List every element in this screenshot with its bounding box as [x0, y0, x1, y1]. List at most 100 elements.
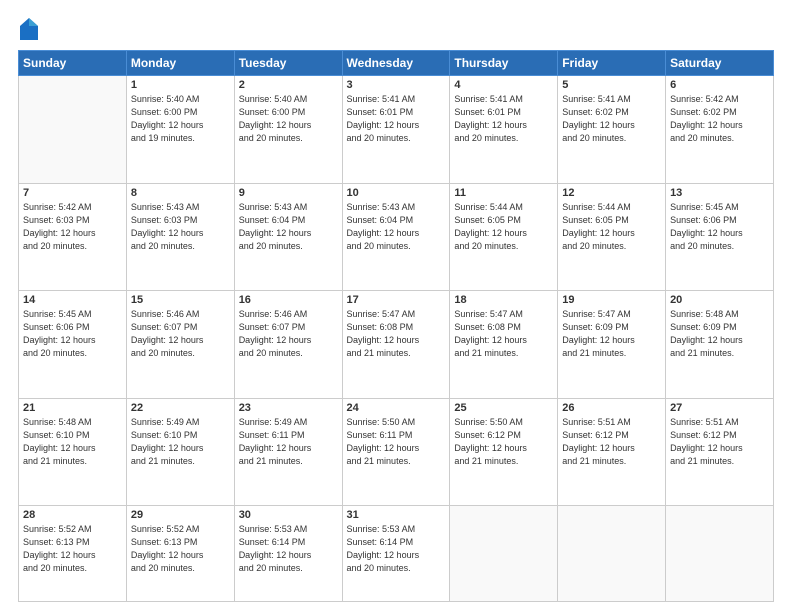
day-number: 25 [454, 402, 553, 414]
day-info: Sunrise: 5:43 AMSunset: 6:03 PMDaylight:… [131, 201, 230, 253]
calendar-cell: 23Sunrise: 5:49 AMSunset: 6:11 PMDayligh… [234, 398, 342, 506]
day-info: Sunrise: 5:47 AMSunset: 6:08 PMDaylight:… [454, 308, 553, 360]
day-info: Sunrise: 5:49 AMSunset: 6:10 PMDaylight:… [131, 416, 230, 468]
day-info: Sunrise: 5:53 AMSunset: 6:14 PMDaylight:… [239, 523, 338, 575]
day-number: 9 [239, 187, 338, 199]
week-row-4: 21Sunrise: 5:48 AMSunset: 6:10 PMDayligh… [19, 398, 774, 506]
day-info: Sunrise: 5:40 AMSunset: 6:00 PMDaylight:… [239, 93, 338, 145]
calendar-table: SundayMondayTuesdayWednesdayThursdayFrid… [18, 50, 774, 602]
calendar-cell: 30 Sunrise: 5:53 AMSunset: 6:14 PMDayligh… [234, 506, 342, 602]
calendar-cell: 15 Sunrise: 5:46 AMSunset: 6:07 PMDayligh… [126, 291, 234, 399]
day-info: Sunrise: 5:52 AMSunset: 6:13 PMDaylight:… [131, 523, 230, 575]
day-info: Sunrise: 5:47 AMSunset: 6:09 PMDaylight:… [562, 308, 661, 360]
logo [18, 18, 42, 40]
day-number: 27 [670, 402, 769, 414]
calendar-cell: 27 Sunrise: 5:51 AMSunset: 6:12 PMDayligh… [666, 398, 774, 506]
day-info: Sunrise: 5:40 AMSunset: 6:00 PMDaylight:… [131, 93, 230, 145]
weekday-header-row: SundayMondayTuesdayWednesdayThursdayFrid… [19, 51, 774, 76]
day-number: 10 [347, 187, 446, 199]
calendar-cell: 31 Sunrise: 5:53 AMSunset: 6:14 PMDayligh… [342, 506, 450, 602]
calendar-cell: 14 Sunrise: 5:45 AMSunset: 6:06 PMDayligh… [19, 291, 127, 399]
calendar-cell: 22 Sunrise: 5:49 AMSunset: 6:10 PMDayligh… [126, 398, 234, 506]
calendar-cell: 10 Sunrise: 5:43 AMSunset: 6:04 PMDayligh… [342, 183, 450, 291]
day-info: Sunrise: 5:50 AMSunset: 6:11 PMDaylight:… [347, 416, 446, 468]
week-row-3: 14 Sunrise: 5:45 AMSunset: 6:06 PMDayligh… [19, 291, 774, 399]
day-number: 2 [239, 79, 338, 91]
day-info: Sunrise: 5:42 AMSunset: 6:02 PMDaylight:… [670, 93, 769, 145]
day-info: Sunrise: 5:51 AMSunset: 6:12 PMDaylight:… [562, 416, 661, 468]
calendar-cell: 8 Sunrise: 5:43 AMSunset: 6:03 PMDaylight… [126, 183, 234, 291]
calendar-cell: 7Sunrise: 5:42 AMSunset: 6:03 PMDaylight… [19, 183, 127, 291]
calendar-cell: 16 Sunrise: 5:46 AMSunset: 6:07 PMDayligh… [234, 291, 342, 399]
day-info: Sunrise: 5:48 AMSunset: 6:10 PMDaylight:… [23, 416, 122, 468]
calendar-cell [558, 506, 666, 602]
day-number: 26 [562, 402, 661, 414]
calendar-cell [450, 506, 558, 602]
calendar-cell: 28Sunrise: 5:52 AMSunset: 6:13 PMDayligh… [19, 506, 127, 602]
calendar-cell: 24 Sunrise: 5:50 AMSunset: 6:11 PMDayligh… [342, 398, 450, 506]
day-number: 3 [347, 79, 446, 91]
week-row-1: 1 Sunrise: 5:40 AMSunset: 6:00 PMDaylight… [19, 76, 774, 184]
calendar-cell: 17 Sunrise: 5:47 AMSunset: 6:08 PMDayligh… [342, 291, 450, 399]
calendar-cell: 9 Sunrise: 5:43 AMSunset: 6:04 PMDaylight… [234, 183, 342, 291]
day-number: 15 [131, 294, 230, 306]
calendar-cell: 25Sunrise: 5:50 AMSunset: 6:12 PMDayligh… [450, 398, 558, 506]
day-number: 17 [347, 294, 446, 306]
weekday-sunday: Sunday [19, 51, 127, 76]
calendar-cell: 2 Sunrise: 5:40 AMSunset: 6:00 PMDaylight… [234, 76, 342, 184]
day-number: 7 [23, 187, 122, 199]
day-info: Sunrise: 5:41 AMSunset: 6:01 PMDaylight:… [347, 93, 446, 145]
calendar-cell: 1 Sunrise: 5:40 AMSunset: 6:00 PMDaylight… [126, 76, 234, 184]
weekday-friday: Friday [558, 51, 666, 76]
weekday-tuesday: Tuesday [234, 51, 342, 76]
calendar-cell: 29 Sunrise: 5:52 AMSunset: 6:13 PMDayligh… [126, 506, 234, 602]
day-info: Sunrise: 5:45 AMSunset: 6:06 PMDaylight:… [670, 201, 769, 253]
calendar-cell: 11 Sunrise: 5:44 AMSunset: 6:05 PMDayligh… [450, 183, 558, 291]
day-number: 11 [454, 187, 553, 199]
calendar-cell: 19Sunrise: 5:47 AMSunset: 6:09 PMDayligh… [558, 291, 666, 399]
day-number: 20 [670, 294, 769, 306]
day-info: Sunrise: 5:43 AMSunset: 6:04 PMDaylight:… [347, 201, 446, 253]
day-number: 14 [23, 294, 122, 306]
day-number: 31 [347, 509, 446, 521]
day-number: 5 [562, 79, 661, 91]
day-info: Sunrise: 5:48 AMSunset: 6:09 PMDaylight:… [670, 308, 769, 360]
day-number: 1 [131, 79, 230, 91]
day-number: 8 [131, 187, 230, 199]
day-info: Sunrise: 5:41 AMSunset: 6:01 PMDaylight:… [454, 93, 553, 145]
calendar-cell: 18 Sunrise: 5:47 AMSunset: 6:08 PMDayligh… [450, 291, 558, 399]
day-info: Sunrise: 5:47 AMSunset: 6:08 PMDaylight:… [347, 308, 446, 360]
weekday-wednesday: Wednesday [342, 51, 450, 76]
logo-icon [20, 18, 38, 40]
day-number: 16 [239, 294, 338, 306]
calendar-cell: 12 Sunrise: 5:44 AMSunset: 6:05 PMDayligh… [558, 183, 666, 291]
calendar-cell: 4Sunrise: 5:41 AMSunset: 6:01 PMDaylight… [450, 76, 558, 184]
calendar-cell: 6 Sunrise: 5:42 AMSunset: 6:02 PMDaylight… [666, 76, 774, 184]
day-info: Sunrise: 5:46 AMSunset: 6:07 PMDaylight:… [239, 308, 338, 360]
day-number: 18 [454, 294, 553, 306]
day-info: Sunrise: 5:51 AMSunset: 6:12 PMDaylight:… [670, 416, 769, 468]
day-number: 30 [239, 509, 338, 521]
day-info: Sunrise: 5:44 AMSunset: 6:05 PMDaylight:… [454, 201, 553, 253]
day-info: Sunrise: 5:43 AMSunset: 6:04 PMDaylight:… [239, 201, 338, 253]
calendar-cell [19, 76, 127, 184]
day-info: Sunrise: 5:52 AMSunset: 6:13 PMDaylight:… [23, 523, 122, 575]
day-number: 24 [347, 402, 446, 414]
weekday-thursday: Thursday [450, 51, 558, 76]
calendar-cell: 5 Sunrise: 5:41 AMSunset: 6:02 PMDaylight… [558, 76, 666, 184]
day-number: 22 [131, 402, 230, 414]
day-info: Sunrise: 5:44 AMSunset: 6:05 PMDaylight:… [562, 201, 661, 253]
day-info: Sunrise: 5:45 AMSunset: 6:06 PMDaylight:… [23, 308, 122, 360]
day-info: Sunrise: 5:41 AMSunset: 6:02 PMDaylight:… [562, 93, 661, 145]
calendar-cell: 20 Sunrise: 5:48 AMSunset: 6:09 PMDayligh… [666, 291, 774, 399]
day-info: Sunrise: 5:46 AMSunset: 6:07 PMDaylight:… [131, 308, 230, 360]
day-number: 12 [562, 187, 661, 199]
day-number: 6 [670, 79, 769, 91]
day-info: Sunrise: 5:53 AMSunset: 6:14 PMDaylight:… [347, 523, 446, 575]
day-number: 13 [670, 187, 769, 199]
day-number: 23 [239, 402, 338, 414]
day-number: 29 [131, 509, 230, 521]
calendar-cell: 13 Sunrise: 5:45 AMSunset: 6:06 PMDayligh… [666, 183, 774, 291]
weekday-saturday: Saturday [666, 51, 774, 76]
page: SundayMondayTuesdayWednesdayThursdayFrid… [0, 0, 792, 612]
